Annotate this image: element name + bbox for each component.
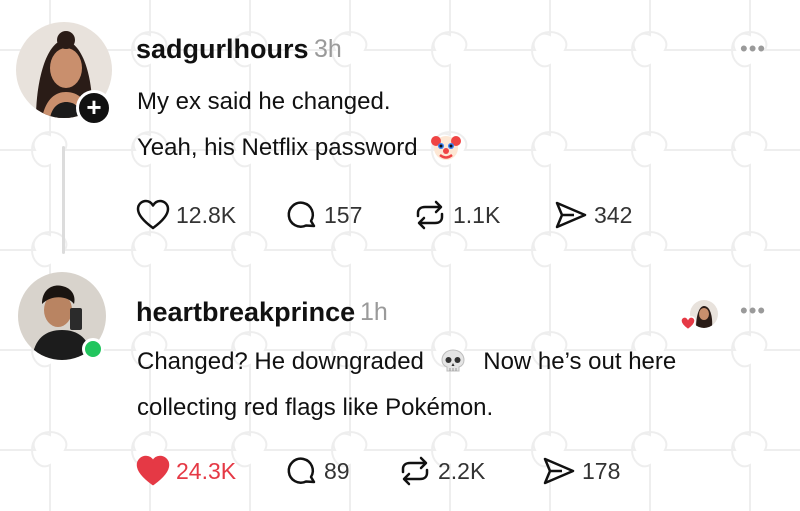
more-options-icon[interactable]: •••: [740, 36, 766, 62]
heart-icon: [680, 316, 696, 331]
thread-line: [62, 146, 65, 254]
repost-button[interactable]: 2.2K: [398, 455, 485, 487]
repost-count: 2.2K: [438, 457, 486, 484]
avatar[interactable]: [18, 272, 106, 360]
repost-button[interactable]: 1.1K: [413, 199, 500, 231]
username[interactable]: sadgurlhours: [136, 34, 309, 65]
follow-plus-button[interactable]: +: [76, 90, 112, 126]
post-1: + sadgurlhours 3h ••• My ex said he chan…: [0, 0, 800, 260]
more-options-icon[interactable]: •••: [740, 298, 766, 324]
avatar[interactable]: +: [16, 22, 112, 126]
send-icon: [555, 201, 587, 229]
username[interactable]: heartbreakprince: [136, 297, 355, 328]
comment-count: 157: [324, 201, 363, 228]
clown-face-icon: [431, 135, 462, 160]
like-count: 12.8K: [176, 201, 237, 228]
post-text-line-2: collecting red flags like Pokémon.: [137, 394, 494, 421]
repost-count: 1.1K: [453, 201, 501, 228]
online-status-indicator: [82, 338, 104, 360]
skull-icon: [441, 349, 465, 372]
heart-filled-icon: [136, 455, 170, 486]
like-button[interactable]: 24.3K: [136, 455, 236, 487]
post-text-line-2: Yeah, his Netflix password: [137, 134, 418, 161]
comment-icon: [287, 201, 316, 228]
comment-count: 89: [324, 457, 350, 484]
comment-icon: [287, 457, 316, 484]
post-text-line-1b: Now he’s out here: [483, 348, 677, 375]
comment-button[interactable]: 89: [286, 455, 350, 487]
share-count: 342: [594, 201, 633, 228]
send-icon: [543, 457, 575, 485]
like-count: 24.3K: [176, 457, 237, 484]
share-count: 178: [582, 457, 621, 484]
post-text-line-2-row: Yeah, his Netflix password: [137, 134, 462, 163]
repost-icon: [416, 200, 444, 230]
share-button[interactable]: 178: [542, 455, 620, 487]
like-button[interactable]: 12.8K: [136, 199, 236, 231]
repost-icon: [401, 456, 429, 486]
comment-button[interactable]: 157: [286, 199, 362, 231]
heart-icon: [136, 199, 170, 230]
post-text-line-1: Changed? He downgraded: [137, 348, 424, 375]
post-2: heartbreakprince 1h ••• Changed? He down…: [0, 260, 800, 511]
post-text-line-1-row: Changed? He downgraded Now he’s out here: [137, 348, 676, 376]
share-button[interactable]: 342: [554, 199, 632, 231]
post-text-line-1: My ex said he changed.: [137, 88, 391, 115]
timestamp: 1h: [360, 298, 388, 326]
timestamp: 3h: [314, 35, 342, 63]
